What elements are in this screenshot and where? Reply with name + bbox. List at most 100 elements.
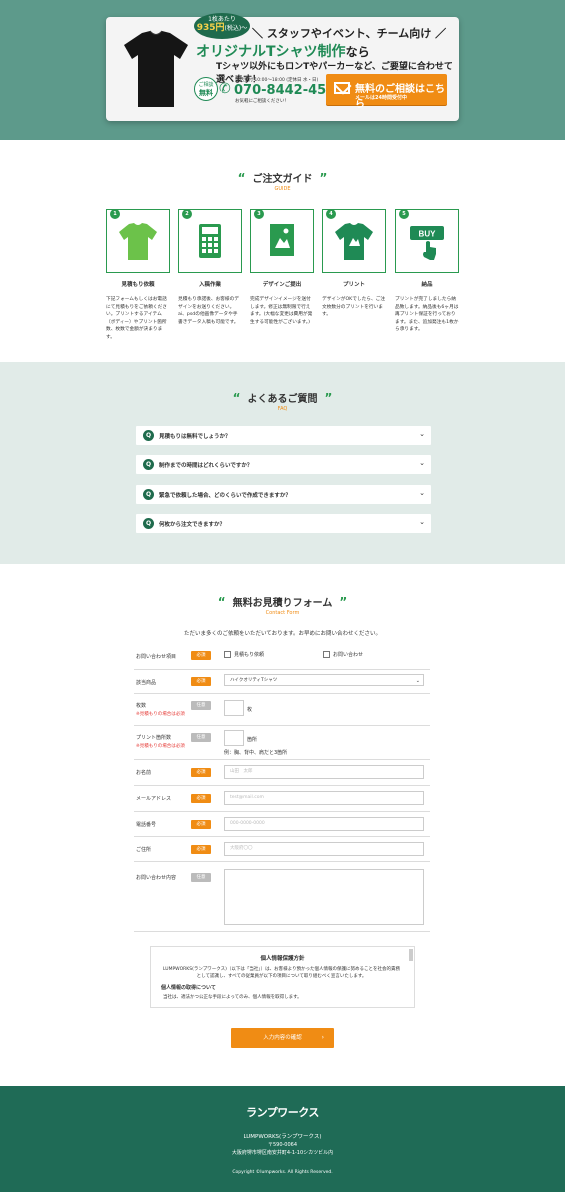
headline-suffix: なら [345, 45, 370, 59]
step-description: 見積もり承諾後、お客様のデザインをお送りください。ai、psdの他画像データや手… [178, 297, 239, 325]
consult-bottom: 無料 [199, 88, 213, 97]
chevron-down-icon: ⌄ [419, 459, 425, 467]
printed-tshirt-icon [335, 223, 373, 260]
field-label: ご住所 [136, 847, 152, 853]
required-badge: 必須 [191, 768, 211, 777]
privacy-policy-box[interactable]: 個人情報保護方針 LUMPWORKS(ランプワークス)（以下は「当社」）は、お客… [150, 946, 415, 1008]
faq-item[interactable]: Q 見積もりは無料でしょうか？ ⌄ [136, 426, 431, 445]
step-box: 5 BUY [395, 209, 459, 273]
product-select[interactable]: ハイクオリティTシャツ ⌄ [224, 674, 424, 686]
field-label: お名前 [136, 770, 152, 776]
step-description: デザインがOKでしたら、ご注文枚数分のプリントを行います。 [322, 297, 386, 318]
step-title: 見積もり依頼 [121, 282, 155, 288]
form-row-address: ご住所 必須 大阪府〇〇 [134, 837, 430, 862]
label-text: プリント箇所数 [136, 735, 172, 741]
headline-main: オリジナルTシャツ制作 [196, 44, 346, 60]
q-badge: Q [143, 459, 154, 470]
field-label: プリント箇所数 ※見積もりの場合は必須 [136, 734, 185, 749]
company-zip: 〒590-0064 [267, 1142, 298, 1148]
field-note: ※見積もりの場合は必須 [136, 712, 185, 717]
confirm-submit-button[interactable]: 入力内容の確認 › [231, 1028, 334, 1048]
checkbox-label: 見積もり依頼 [234, 652, 265, 658]
free-consult-badge: ご相談 無料 [194, 77, 218, 101]
required-badge: 必須 [191, 820, 211, 829]
required-badge: 必須 [191, 651, 211, 660]
chevron-down-icon: ⌄ [419, 489, 425, 497]
faq-question: 制作までの時間はどれくらいですか？ [159, 463, 253, 469]
form-row-message: お問い合わせ内容 任意 [134, 862, 430, 932]
step-box: 3 [250, 209, 314, 273]
q-badge: Q [143, 430, 154, 441]
field-label: お問い合わせ内容 [136, 875, 177, 881]
hero-banner: 1枚あたり 935円(税込)～ ＼ スタッフやイベント、チーム向け ／ オリジナ… [0, 0, 565, 140]
phone-note: お気軽にご相談ください！ [235, 99, 289, 104]
consult-top: ご相談 [198, 82, 214, 88]
faq-item[interactable]: Q 緊急で依頼した場合、どのくらいで作成できますか？ ⌄ [136, 485, 431, 504]
form-heading: “ 無料お見積りフォーム ” Contact Form [0, 594, 565, 616]
field-label: 枚数 ※見積もりの場合は必須 [136, 702, 185, 717]
step-title: プリント [342, 282, 365, 288]
faq-title-en: FAQ [277, 406, 288, 412]
chevron-right-icon: › [321, 1034, 324, 1041]
footer-logo[interactable]: ランプワークス [0, 1104, 565, 1120]
tel-input[interactable]: 000-0000-0000 [224, 817, 424, 831]
form-row-quantity: 枚数 ※見積もりの場合は必須 任意 枚 [134, 694, 430, 726]
field-note: ※見積もりの場合は必須 [136, 744, 185, 749]
black-tshirt-image [124, 30, 188, 107]
email-input[interactable]: test@mail.com [224, 791, 424, 805]
required-badge: 必須 [191, 794, 211, 803]
guide-heading: “ ご注文ガイド ” GUIDE [0, 170, 565, 192]
field-label: 電話番号 [136, 822, 157, 828]
form-title-en: Contact Form [265, 610, 300, 616]
quantity-input[interactable] [224, 700, 244, 716]
scrollbar[interactable] [409, 949, 413, 961]
quantity-unit: 枚 [247, 707, 253, 713]
message-textarea[interactable] [224, 869, 424, 925]
label-text: 枚数 [136, 703, 147, 709]
address-input[interactable]: 大阪府〇〇 [224, 842, 424, 856]
form-intro: ただいま多くのご依頼をいただいております。お早めにお問い合わせください。 [183, 631, 382, 637]
form-row-tel: 電話番号 必須 000-0000-0000 [134, 812, 430, 837]
required-badge: 必須 [191, 845, 211, 854]
phone-icon: ✆ [219, 81, 231, 97]
guide-step-1: 1 見積もり依頼 下記フォームもしくはお電話にて見積もりをご依頼ください。プリン… [106, 209, 170, 341]
company-address: 大阪府堺市堺区南安井町4-1-10シカツビル内 [231, 1150, 334, 1156]
optional-badge: 任意 [191, 701, 211, 710]
mail-icon [334, 82, 350, 94]
print-spots-input[interactable] [224, 730, 244, 746]
faq-item[interactable]: Q 何枚から注文できますか？ ⌄ [136, 514, 431, 533]
privacy-subtext: 当社は、適法かつ公正な手段によってのみ、個人情報を取得します。 [163, 995, 302, 1001]
q-badge: Q [143, 489, 154, 500]
step-box: 2 [178, 209, 242, 273]
calculator-icon [199, 224, 221, 258]
order-guide-section: “ ご注文ガイド ” GUIDE 1 見積もり依頼 下記フォームもしくはお電話に… [0, 140, 565, 362]
name-input[interactable]: 山田 太郎 [224, 765, 424, 779]
footer: ランプワークス LUMPWORKS(ランプワークス) 〒590-0064 大阪府… [0, 1086, 565, 1192]
price-suffix: (税込)～ [224, 25, 248, 33]
form-row-product: 該当商品 必須 ハイクオリティTシャツ ⌄ [134, 670, 430, 694]
step-title: 入稿作業 [198, 282, 221, 288]
select-value: ハイクオリティTシャツ [230, 678, 278, 683]
step-title: 納品 [421, 282, 433, 288]
field-label: メールアドレス [136, 796, 172, 802]
optional-badge: 任意 [191, 733, 211, 742]
q-badge: Q [143, 518, 154, 529]
hero-card: 1枚あたり 935円(税込)～ ＼ スタッフやイベント、チーム向け ／ オリジナ… [106, 13, 459, 121]
checkbox-estimate[interactable] [224, 651, 231, 658]
contact-form-section: “ 無料お見積りフォーム ” Contact Form ただいま多くのご依頼をい… [0, 564, 565, 1086]
buy-button-icon: BUY [410, 226, 444, 260]
checkbox-inquiry[interactable] [323, 651, 330, 658]
price-badge: 1枚あたり 935円(税込)～ [194, 13, 250, 39]
faq-item[interactable]: Q 制作までの時間はどれくらいですか？ ⌄ [136, 455, 431, 474]
submit-label: 入力内容の確認 [263, 1035, 302, 1041]
free-consult-cta-button[interactable]: 無料のご相談はこちら メールは24時間受付中 [326, 74, 447, 110]
privacy-title: 個人情報保護方針 [260, 956, 305, 962]
step-description: 下記フォームもしくはお電話にて見積もりをご依頼ください。プリントするアイテム（ボ… [106, 297, 167, 340]
form-row-print-spots: プリント箇所数 ※見積もりの場合は必須 任意 箇所 例：胸、背中、肩だと3箇所 [134, 726, 430, 760]
field-label: お問い合わせ項目 [136, 654, 177, 660]
print-spots-example: 例：胸、背中、肩だと3箇所 [224, 750, 288, 756]
print-spots-unit: 箇所 [247, 737, 258, 743]
company-name: LUMPWORKS(ランプワークス) [243, 1134, 322, 1140]
svg-text:BUY: BUY [419, 230, 437, 239]
design-image-icon [270, 224, 294, 256]
